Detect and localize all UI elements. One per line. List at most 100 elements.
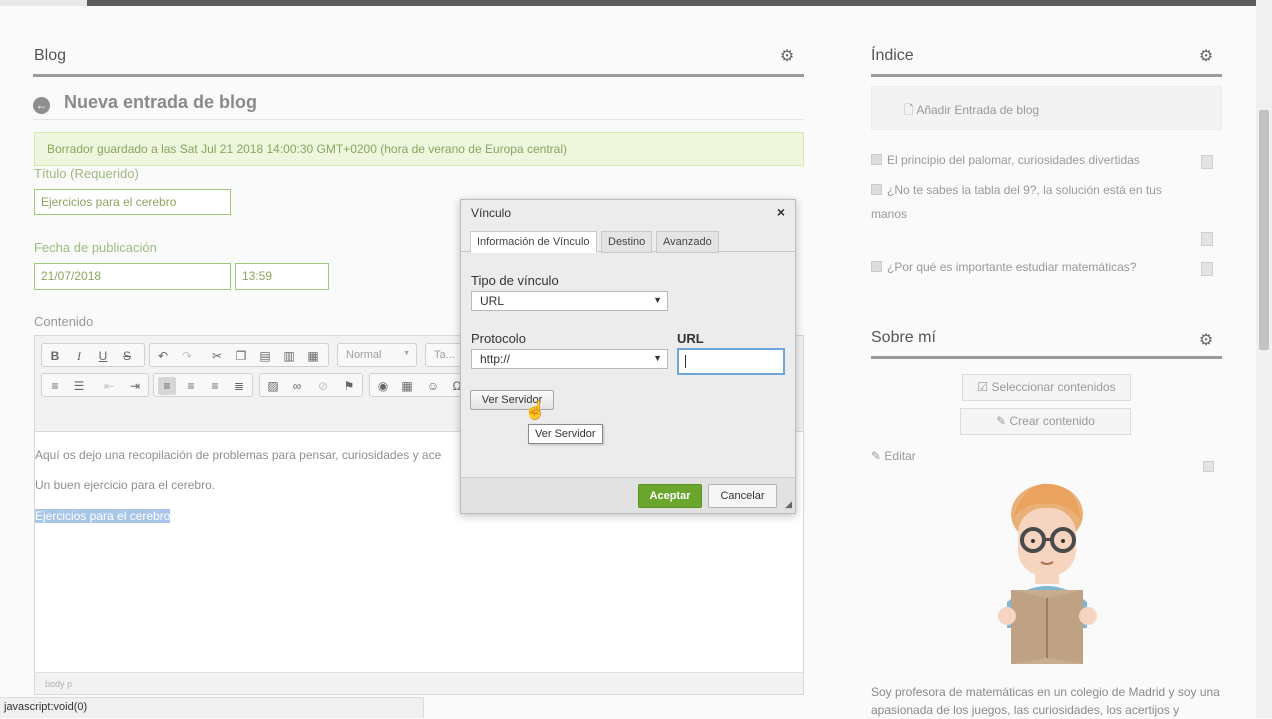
flash-icon[interactable]: ◉ [374,377,392,395]
page-title: Nueva entrada de blog [64,92,258,112]
numbered-list-icon[interactable]: ≡ [46,377,64,395]
copy-icon[interactable]: ❐ [232,347,250,365]
edit-link[interactable]: ✎ Editar [871,449,916,463]
chevron-down-icon: ▼ [653,353,662,363]
unlink-icon[interactable]: ⊘ [314,377,332,395]
tab-link-info[interactable]: Información de Vínculo [470,231,597,253]
scrollbar-thumb[interactable] [1259,110,1269,350]
align-left-icon[interactable]: ≡ [158,377,176,395]
active-tab-indicator [0,0,87,6]
protocol-label: Protocolo [471,331,526,346]
italic-icon[interactable]: I [70,347,88,365]
title-input[interactable]: Ejercicios para el cerebro [34,189,231,215]
blog-settings-gear-icon[interactable]: ⚙ [779,49,795,65]
about-title-divider [871,356,1222,359]
undo-icon[interactable]: ↶ [154,347,172,365]
entry-icon [871,261,882,272]
link-dialog: Vínculo × Información de Vínculo Destino… [460,199,796,514]
tab-advanced[interactable]: Avanzado [656,231,719,253]
format-combo-arrow-icon: ▼ [403,350,410,357]
hand-cursor-icon: ☝ [524,400,547,420]
add-blog-entry-label: Añadir Entrada de blog [916,103,1040,117]
index-item-3[interactable]: ¿Por qué es importante estudiar matemáti… [871,255,1191,279]
format-combo[interactable]: Normal ▼ [337,343,417,367]
content-label: Contenido [34,314,94,329]
smiley-icon[interactable]: ☺ [424,377,442,395]
outdent-icon[interactable]: ⇤ [100,377,118,395]
cut-icon[interactable]: ✂ [208,347,226,365]
index-item-2[interactable]: ¿No te sabes la tabla del 9?, la solució… [871,178,1191,226]
justify-icon[interactable]: ≣ [230,377,248,395]
index-item-3-label: ¿Por qué es importante estudiar matemáti… [887,260,1137,274]
edit-entry-icon[interactable] [1201,262,1213,276]
create-content-button[interactable]: ✎ Crear contenido [960,408,1131,435]
teacher-reading-illustration [998,483,1097,664]
edit-entry-icon[interactable] [1201,232,1213,246]
underline-icon[interactable]: U [94,347,112,365]
paragraph-2: Un buen ejercicio para el cerebro. [35,478,216,492]
link-icon[interactable]: ∞ [288,377,306,395]
back-arrow-icon[interactable]: ← [33,97,50,114]
size-combo[interactable]: Ta... [425,343,465,367]
resize-handle-icon[interactable]: ◢ [785,499,792,510]
paste-text-icon[interactable]: ▥ [280,347,298,365]
paste-word-icon[interactable]: ▦ [304,347,322,365]
edit-entry-icon[interactable] [1201,155,1213,169]
strikethrough-icon[interactable]: S [118,347,136,365]
publish-date-label: Fecha de publicación [34,240,157,255]
table-icon[interactable]: ▦ [398,377,416,395]
align-center-icon[interactable]: ≡ [182,377,200,395]
index-item-1[interactable]: El principio del palomar, curiosidades d… [871,148,1191,172]
add-entry-box: 🗋 Añadir Entrada de blog [871,86,1222,130]
heading-divider [33,119,804,120]
indent-icon[interactable]: ⇥ [126,377,144,395]
cancel-button[interactable]: Cancelar [708,484,777,508]
index-item-1-label: El principio del palomar, curiosidades d… [887,153,1140,167]
select-content-button[interactable]: ☑ Seleccionar contenidos [962,374,1131,401]
format-combo-value: Normal [346,349,382,361]
draft-saved-alert: Borrador guardado a las Sat Jul 21 2018 … [34,132,804,166]
redo-icon[interactable]: ↷ [178,347,196,365]
add-blog-entry-link[interactable]: 🗋 Añadir Entrada de blog [904,101,1039,122]
paragraph-1: Aquí os dejo una recopilación de problem… [35,448,442,462]
document-icon: 🗋 [904,103,914,117]
publish-date-input[interactable]: 21/07/2018 [34,263,231,290]
chevron-down-icon: ▼ [653,295,662,305]
blog-portlet-title: Blog [34,47,67,64]
paragraph-3-selected: Ejercicios para el cerebro [35,509,171,523]
pencil-icon: ✎ [996,414,1007,428]
link-type-select[interactable]: URL ▼ [471,291,668,311]
index-settings-gear-icon[interactable]: ⚙ [1198,49,1214,65]
protocol-value: http:// [480,352,511,366]
config-icon[interactable] [1203,461,1214,472]
browse-server-tooltip: Ver Servidor [528,424,603,444]
browser-status-bar: javascript:void(0) [0,697,424,718]
bullet-list-icon[interactable]: ☰ [70,377,88,395]
anchor-flag-icon[interactable]: ⚑ [340,377,358,395]
select-content-label: Seleccionar contenidos [991,380,1116,394]
extras-group: ◉ ▦ ☺ Ω [369,373,469,397]
about-me-text: Soy profesora de matemáticas en un coleg… [871,685,1220,717]
edit-link-label: Editar [884,449,916,463]
close-icon[interactable]: × [777,204,785,220]
about-portlet-title: Sobre mí [871,329,936,346]
protocol-select[interactable]: http:// ▼ [471,349,668,369]
about-settings-gear-icon[interactable]: ⚙ [1198,333,1214,349]
list-group: ≡ ☰ ⇤ ⇥ [41,373,149,397]
create-content-label: Crear contenido [1009,414,1095,428]
accept-button[interactable]: Aceptar [638,484,702,508]
url-input[interactable] [677,348,785,375]
edit-pencil-icon: ✎ [871,449,882,463]
publish-time-input[interactable]: 13:59 [235,263,329,290]
bold-icon[interactable]: B [46,347,64,365]
title-label: Título (Requerido) [34,166,139,181]
tab-target[interactable]: Destino [601,231,653,253]
dialog-footer: Aceptar Cancelar ◢ [461,477,795,513]
link-type-label: Tipo de vínculo [471,273,559,288]
link-type-value: URL [480,294,505,308]
entry-icon [871,184,882,195]
page-scrollbar[interactable] [1256,0,1272,718]
align-right-icon[interactable]: ≡ [206,377,224,395]
image-icon[interactable]: ▨ [264,377,282,395]
paste-icon[interactable]: ▤ [256,347,274,365]
